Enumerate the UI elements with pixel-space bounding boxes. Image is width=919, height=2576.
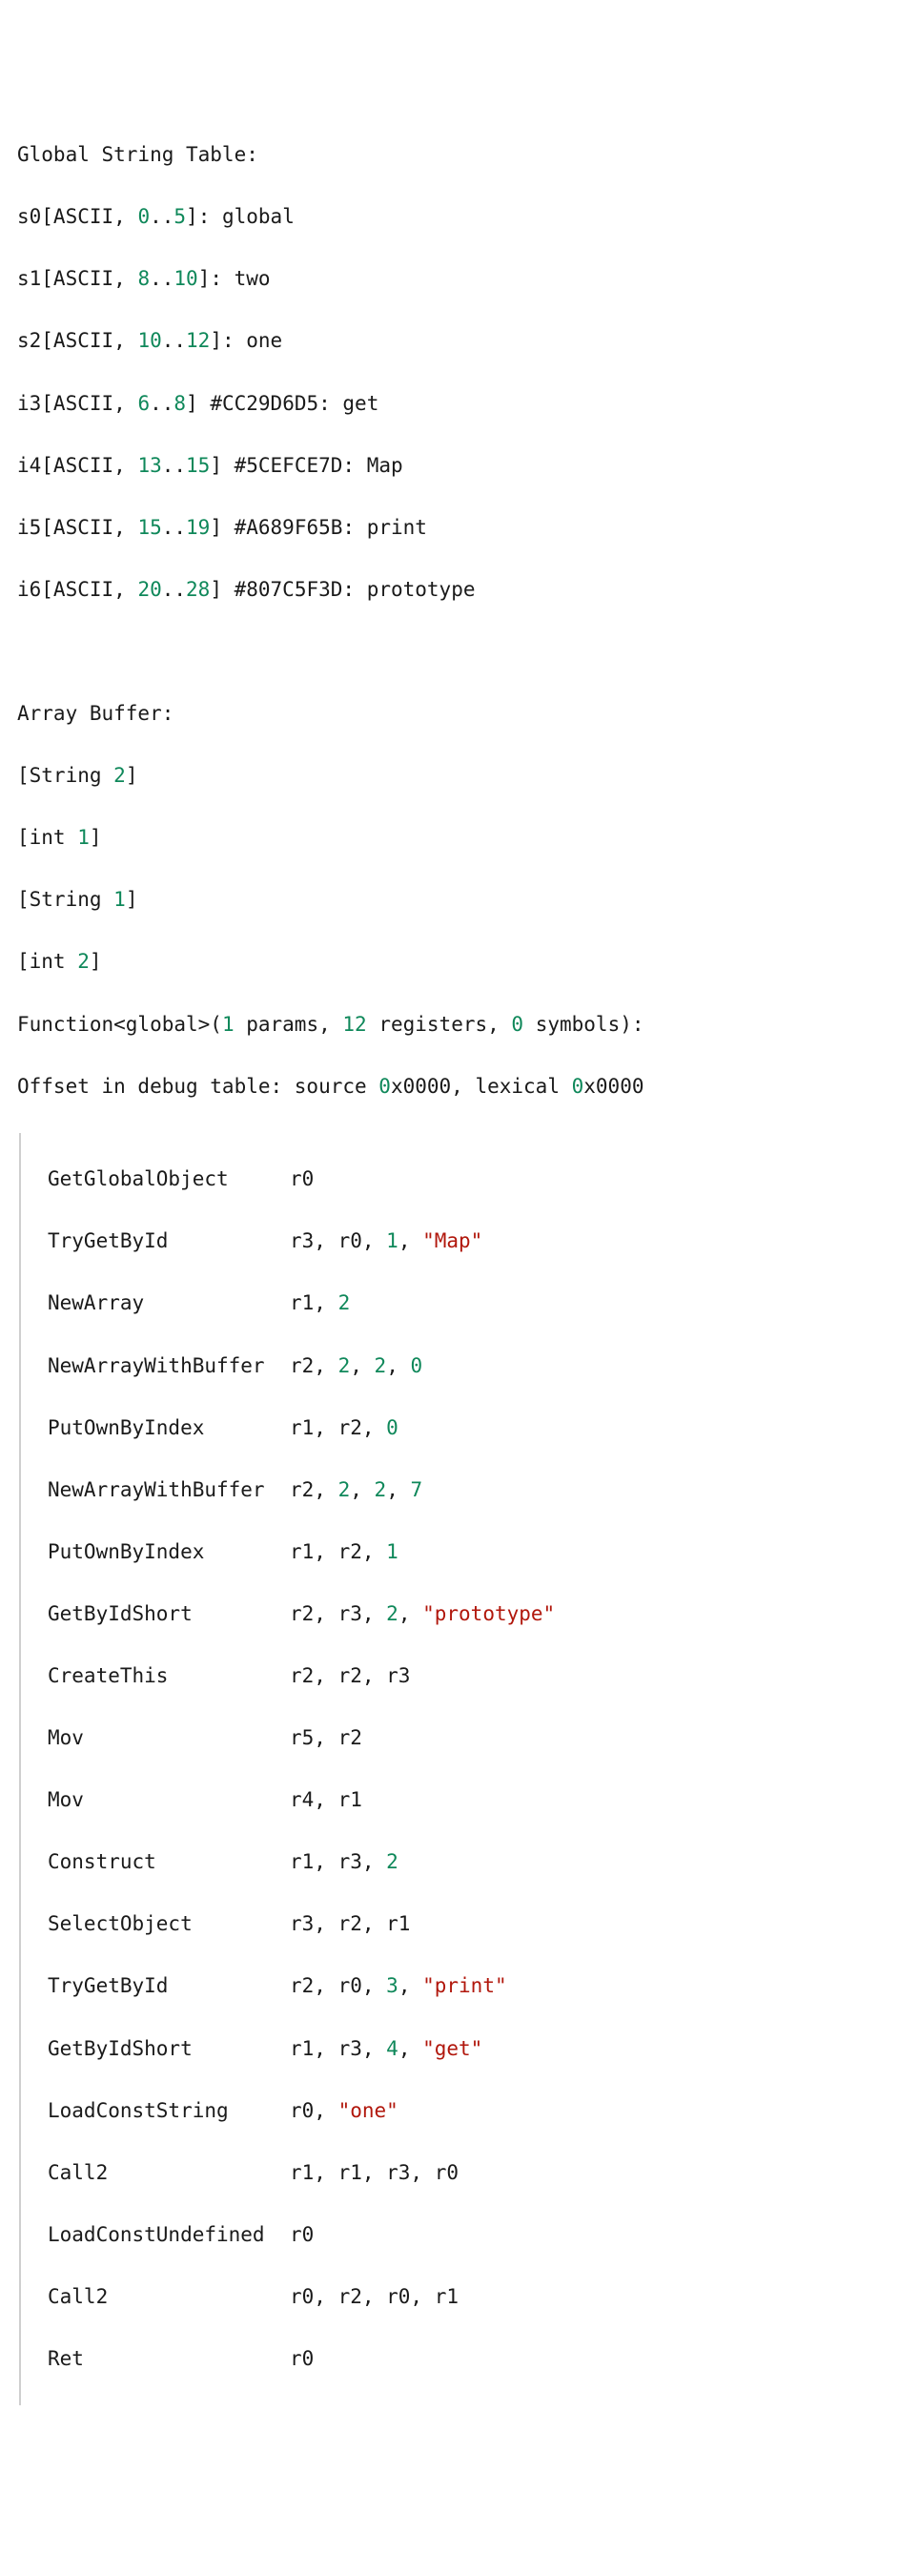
instruction-row: NewArrayWithBufferr2, 2, 2, 7 xyxy=(21,1474,902,1506)
instruction-row: PutOwnByIndexr1, r2, 0 xyxy=(21,1412,902,1444)
instruction-row: Call2r1, r1, r3, r0 xyxy=(21,2157,902,2189)
instruction-row: LoadConstUndefinedr0 xyxy=(21,2219,902,2251)
string-table-entry: i3[ASCII, 6..8] #CC29D6D5: get xyxy=(17,388,902,420)
array-buffer-entry: [String 2] xyxy=(17,760,902,792)
string-table-entry: s0[ASCII, 0..5]: global xyxy=(17,201,902,233)
string-table-entry: s1[ASCII, 8..10]: two xyxy=(17,263,902,295)
section-header-global-string-table: Global String Table: xyxy=(17,139,902,171)
instruction-row: CreateThisr2, r2, r3 xyxy=(21,1660,902,1692)
array-buffer-entry: [int 1] xyxy=(17,822,902,854)
string-table-entry: s2[ASCII, 10..12]: one xyxy=(17,325,902,357)
instruction-row: GetByIdShortr2, r3, 2, "prototype" xyxy=(21,1598,902,1630)
instruction-row: LoadConstStringr0, "one" xyxy=(21,2095,902,2127)
instruction-row: TryGetByIdr2, r0, 3, "print" xyxy=(21,1970,902,2002)
instruction-row: TryGetByIdr3, r0, 1, "Map" xyxy=(21,1226,902,1257)
instruction-row: GetByIdShortr1, r3, 4, "get" xyxy=(21,2033,902,2065)
instruction-block: GetGlobalObjectr0 TryGetByIdr3, r0, 1, "… xyxy=(19,1133,902,2405)
function-header: Function<global>(1 params, 12 registers,… xyxy=(17,1009,902,1041)
instruction-row: GetGlobalObjectr0 xyxy=(21,1164,902,1195)
instruction-row: Movr4, r1 xyxy=(21,1784,902,1816)
array-buffer-entry: [int 2] xyxy=(17,946,902,978)
instruction-row: Retr0 xyxy=(21,2343,902,2375)
instruction-row: SelectObjectr3, r2, r1 xyxy=(21,1908,902,1940)
string-table-entry: i6[ASCII, 20..28] #807C5F3D: prototype xyxy=(17,574,902,606)
section-header-array-buffer: Array Buffer: xyxy=(17,698,902,730)
instruction-row: NewArrayWithBufferr2, 2, 2, 0 xyxy=(21,1350,902,1382)
string-table-entry: i5[ASCII, 15..19] #A689F65B: print xyxy=(17,512,902,544)
instruction-row: NewArrayr1, 2 xyxy=(21,1288,902,1319)
instruction-row: Constructr1, r3, 2 xyxy=(21,1846,902,1878)
array-buffer-entry: [String 1] xyxy=(17,884,902,916)
instruction-row: Call2r0, r2, r0, r1 xyxy=(21,2281,902,2313)
offset-line: Offset in debug table: source 0x0000, le… xyxy=(17,1071,902,1103)
instruction-row: PutOwnByIndexr1, r2, 1 xyxy=(21,1536,902,1568)
blank-line xyxy=(17,636,902,668)
string-table-entry: i4[ASCII, 13..15] #5CEFCE7D: Map xyxy=(17,450,902,482)
instruction-row: Movr5, r2 xyxy=(21,1722,902,1754)
